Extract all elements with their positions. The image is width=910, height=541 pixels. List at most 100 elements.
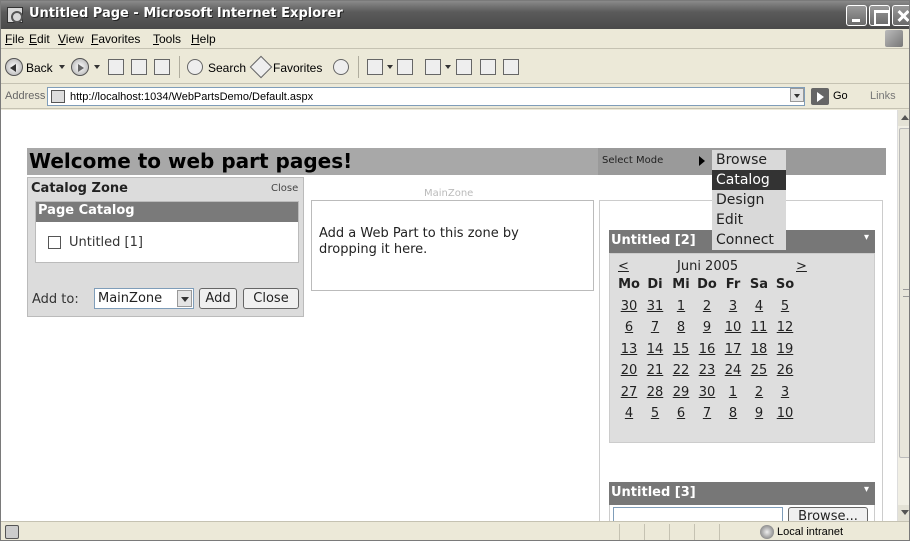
- menu-edit[interactable]: Edit: [29, 32, 50, 46]
- catalog-zone-close-link[interactable]: Close: [271, 183, 298, 194]
- calendar-day[interactable]: 13: [616, 342, 642, 357]
- scroll-down-icon[interactable]: [898, 505, 909, 521]
- calendar-day[interactable]: 20: [616, 363, 642, 378]
- mode-item-design[interactable]: Design: [712, 190, 786, 210]
- back-arrow-icon[interactable]: [5, 58, 23, 76]
- go-button-label[interactable]: Go: [833, 90, 848, 102]
- dropdown-arrow-icon[interactable]: ▾: [864, 484, 869, 495]
- menu-view[interactable]: View: [58, 32, 84, 46]
- mail-icon[interactable]: [367, 59, 383, 75]
- menu-file[interactable]: File: [5, 32, 24, 46]
- calendar-day[interactable]: 6: [616, 320, 642, 335]
- calendar-day[interactable]: 30: [694, 385, 720, 400]
- browse-button[interactable]: Browse...: [788, 507, 868, 521]
- stop-icon[interactable]: [108, 59, 124, 75]
- webpart-3-title-bar[interactable]: Untitled [3] ▾: [609, 482, 875, 505]
- calendar-day[interactable]: 29: [668, 385, 694, 400]
- maximize-button[interactable]: [869, 5, 890, 26]
- calendar-day[interactable]: 4: [746, 299, 772, 314]
- calendar-next-link[interactable]: >: [796, 259, 807, 274]
- calendar-day[interactable]: 26: [772, 363, 798, 378]
- calendar-day[interactable]: 12: [772, 320, 798, 335]
- calendar-day[interactable]: 23: [694, 363, 720, 378]
- calendar-day[interactable]: 2: [694, 299, 720, 314]
- zone-select[interactable]: MainZone: [94, 288, 194, 309]
- calendar-day[interactable]: 1: [668, 299, 694, 314]
- calendar-day[interactable]: 5: [642, 406, 668, 421]
- menu-tools[interactable]: Tools: [153, 32, 181, 46]
- calendar-day[interactable]: 3: [772, 385, 798, 400]
- calendar-day[interactable]: 18: [746, 342, 772, 357]
- calendar-day[interactable]: 7: [694, 406, 720, 421]
- links-label[interactable]: Links: [870, 90, 896, 102]
- page-catalog-title[interactable]: Page Catalog: [36, 202, 298, 222]
- catalog-item-checkbox[interactable]: [48, 236, 61, 249]
- close-button[interactable]: Close: [243, 288, 299, 309]
- menu-favorites[interactable]: Favorites: [91, 32, 140, 46]
- forward-arrow-icon[interactable]: [71, 58, 89, 76]
- file-path-input[interactable]: [613, 507, 783, 521]
- dropdown-arrow-icon[interactable]: ▾: [864, 232, 869, 243]
- mode-item-connect[interactable]: Connect: [712, 230, 786, 250]
- favorites-star-icon[interactable]: [249, 55, 273, 79]
- calendar-day[interactable]: 15: [668, 342, 694, 357]
- address-input[interactable]: http://localhost:1034/WebPartsDemo/Defau…: [47, 87, 805, 106]
- mail-dropdown-icon[interactable]: [387, 65, 393, 69]
- calendar-day[interactable]: 21: [642, 363, 668, 378]
- calendar-day[interactable]: 7: [642, 320, 668, 335]
- refresh-icon[interactable]: [131, 59, 147, 75]
- edit-dropdown-icon[interactable]: [445, 65, 451, 69]
- chevron-down-icon[interactable]: [177, 290, 192, 307]
- scroll-up-icon[interactable]: [898, 110, 909, 126]
- calendar-day[interactable]: 19: [772, 342, 798, 357]
- messenger-icon[interactable]: [480, 59, 496, 75]
- mode-item-edit[interactable]: Edit: [712, 210, 786, 230]
- calendar-day[interactable]: 10: [772, 406, 798, 421]
- add-button[interactable]: Add: [199, 288, 237, 309]
- calendar-day[interactable]: 22: [668, 363, 694, 378]
- vertical-scrollbar[interactable]: [897, 110, 909, 521]
- ie-app-icon[interactable]: [7, 7, 23, 23]
- calendar-day[interactable]: 9: [694, 320, 720, 335]
- calendar-day[interactable]: 6: [668, 406, 694, 421]
- calendar-day[interactable]: 5: [772, 299, 798, 314]
- minimize-button[interactable]: [846, 5, 867, 26]
- calendar-day[interactable]: 4: [616, 406, 642, 421]
- calendar-prev-link[interactable]: <: [618, 259, 629, 274]
- calendar-day[interactable]: 28: [642, 385, 668, 400]
- calendar-day[interactable]: 11: [746, 320, 772, 335]
- main-zone[interactable]: Add a Web Part to this zone by dropping …: [311, 200, 594, 291]
- menu-help[interactable]: Help: [191, 32, 216, 46]
- home-icon[interactable]: [154, 59, 170, 75]
- calendar-day[interactable]: 30: [616, 299, 642, 314]
- calendar-day[interactable]: 16: [694, 342, 720, 357]
- close-window-button[interactable]: [892, 5, 909, 26]
- favorites-button-label[interactable]: Favorites: [273, 61, 322, 75]
- mode-item-browse[interactable]: Browse: [712, 150, 786, 170]
- select-mode-label[interactable]: Select Mode: [602, 155, 663, 166]
- calendar-day[interactable]: 9: [746, 406, 772, 421]
- calendar-day[interactable]: 27: [616, 385, 642, 400]
- go-arrow-icon[interactable]: [811, 88, 829, 105]
- search-button-label[interactable]: Search: [208, 61, 246, 75]
- calendar-day[interactable]: 1: [720, 385, 746, 400]
- calendar-day[interactable]: 25: [746, 363, 772, 378]
- calendar-day[interactable]: 31: [642, 299, 668, 314]
- back-button-label[interactable]: Back: [26, 61, 53, 75]
- calendar-day[interactable]: 24: [720, 363, 746, 378]
- calendar-day[interactable]: 3: [720, 299, 746, 314]
- print-icon[interactable]: [397, 59, 413, 75]
- discuss-icon[interactable]: [456, 59, 472, 75]
- calendar-day[interactable]: 17: [720, 342, 746, 357]
- address-dropdown-icon[interactable]: [790, 88, 804, 102]
- calendar-day[interactable]: 14: [642, 342, 668, 357]
- research-icon[interactable]: [503, 59, 519, 75]
- back-dropdown-icon[interactable]: [59, 65, 65, 69]
- history-icon[interactable]: [333, 59, 349, 75]
- submenu-arrow-icon[interactable]: [699, 156, 705, 166]
- edit-word-icon[interactable]: [425, 59, 441, 75]
- title-bar[interactable]: Untitled Page - Microsoft Internet Explo…: [1, 1, 909, 29]
- calendar-day[interactable]: 8: [668, 320, 694, 335]
- scroll-thumb[interactable]: [899, 128, 909, 458]
- search-icon[interactable]: [187, 59, 203, 75]
